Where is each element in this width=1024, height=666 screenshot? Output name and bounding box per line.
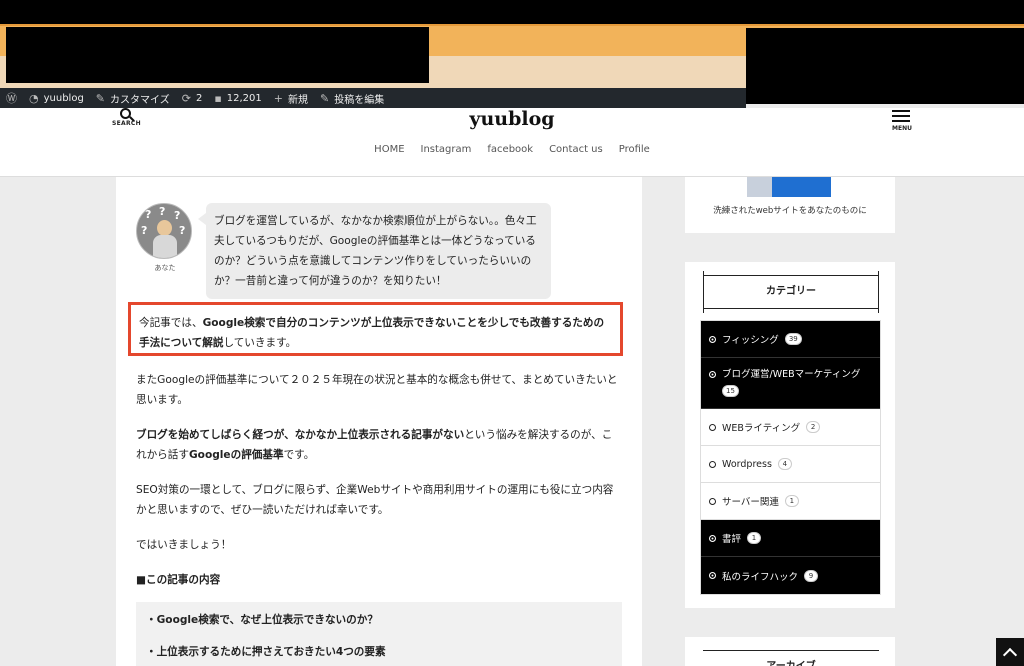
chevron-up-icon xyxy=(1002,647,1018,663)
updates-count: 2 xyxy=(195,92,203,104)
main-nav: HOME Instagram facebook Contact us Profi… xyxy=(0,144,1024,155)
category-item[interactable]: 書評 1 xyxy=(701,520,880,557)
category-list: フィッシング 39 ブログ運営/WEBマーケティング 15 WEBライティング 2 W… xyxy=(700,320,881,595)
avatar-name: あなた xyxy=(154,264,176,272)
comments-count: 12,201 xyxy=(226,92,262,104)
site-name-link[interactable]: ◔ yuublog xyxy=(29,92,84,105)
category-name: フィッシング xyxy=(722,335,779,346)
categories-widget: カテゴリー フィッシング 39 ブログ運営/WEBマーケティング 15 WEBライテ… xyxy=(685,262,895,608)
categories-title: カテゴリー xyxy=(703,271,879,313)
promo-widget: 洗練されたwebサイトをあなたのものに xyxy=(685,177,895,233)
p2-end: です。 xyxy=(283,449,315,461)
category-count: 9 xyxy=(804,569,819,582)
brush-icon: ✎ xyxy=(95,91,106,105)
nav-facebook[interactable]: facebook xyxy=(487,144,533,155)
category-name: WEBライティング xyxy=(722,423,801,434)
updates-link[interactable]: ⟳ 2 xyxy=(182,92,203,105)
question-mark-icon: ? xyxy=(145,208,152,221)
plus-icon: + xyxy=(273,91,283,105)
question-mark-icon: ? xyxy=(179,224,186,237)
category-count: 2 xyxy=(806,421,821,433)
edit-post-link[interactable]: ✎ 投稿を編集 xyxy=(320,91,384,106)
category-item[interactable]: フィッシング 39 xyxy=(701,321,880,358)
new-label: 新規 xyxy=(288,94,308,106)
question-mark-icon: ? xyxy=(174,209,181,222)
customize-label: カスタマイズ xyxy=(110,94,170,106)
site-name-label: yuublog xyxy=(43,92,84,104)
category-count: 15 xyxy=(722,385,739,397)
category-count: 39 xyxy=(784,333,802,345)
category-name-wrap: ブログ運営/WEBマーケティング 15 xyxy=(722,367,872,399)
toc-item[interactable]: ・上位表示するために押さえておきたい4つの要素 xyxy=(146,644,612,666)
category-name: 私のライフハック xyxy=(722,571,799,583)
toc-title: ■この記事の内容 xyxy=(136,574,221,586)
category-count: 4 xyxy=(777,458,792,470)
category-item[interactable]: WEBライティング 2 xyxy=(701,409,880,446)
pencil-icon: ✎ xyxy=(320,91,330,105)
speaker: ? ? ? ? ? あなた xyxy=(136,203,194,273)
toc-box: ・Google検索で、なぜ上位表示できないのか？ ・上位表示するために押さえてお… xyxy=(136,602,622,666)
site-header: SEARCH yuublog MENU HOME Instagram faceb… xyxy=(0,108,1024,177)
category-item[interactable]: サーバー関連 1 xyxy=(701,483,880,520)
paragraph-1: またGoogleの評価基準について２０２５年現在の状況と基本的な概念も併せて、ま… xyxy=(136,374,618,406)
highlight-text: 今記事では、 xyxy=(139,317,203,329)
promo-caption[interactable]: 洗練されたwebサイトをあなたのものに xyxy=(685,204,895,216)
customize-link[interactable]: ✎ カスタマイズ xyxy=(96,91,170,106)
speech-bubble: ブログを運営しているが、なかなか検索順位が上がらない。。色々工夫しているつもりだ… xyxy=(198,203,551,299)
p2-bold-2: Googleの評価基準 xyxy=(188,449,284,461)
category-item[interactable]: Wordpress 4 xyxy=(701,446,880,483)
nav-instagram[interactable]: Instagram xyxy=(421,144,472,155)
category-name: 書評 xyxy=(722,534,742,545)
nav-profile[interactable]: Profile xyxy=(619,144,650,155)
question-mark-icon: ? xyxy=(159,205,166,218)
back-to-top-button[interactable] xyxy=(996,638,1024,666)
highlight-box: 今記事では、Google検索で自分のコンテンツが上位表示できないことを少しでも改… xyxy=(128,302,623,356)
category-name: サーバー関連 xyxy=(722,497,779,508)
archive-widget: アーカイブ xyxy=(685,637,895,666)
category-name: Wordpress xyxy=(722,458,772,470)
p2-bold: ブログを始めてしばらく経つが、なかなか上位表示される記事がない xyxy=(136,429,465,441)
new-content-link[interactable]: + 新規 xyxy=(274,91,308,106)
category-count: 1 xyxy=(747,532,762,544)
highlight-text-end: していきます。 xyxy=(223,337,297,349)
menu-label: MENU xyxy=(892,125,912,132)
paragraph-4: ではいきましょう！ xyxy=(136,539,232,551)
hamburger-icon xyxy=(892,110,910,122)
archive-title: アーカイブ xyxy=(703,650,879,666)
toc-item[interactable]: ・Google検索で、なぜ上位表示できないのか？ xyxy=(146,612,612,644)
bullet-icon xyxy=(709,423,716,431)
question-mark-icon: ? xyxy=(141,224,148,237)
avatar: ? ? ? ? ? xyxy=(136,203,192,259)
article-body: ? ? ? ? ? あなた ブログを運営しているが、なかなか検索順位が上がらない… xyxy=(116,177,642,666)
redacted-block xyxy=(6,27,429,83)
bullet-icon xyxy=(709,460,716,468)
category-name: ブログ運営/WEBマーケティング xyxy=(722,369,861,380)
redacted-block xyxy=(746,28,1024,104)
wp-admin-bar: Ⓦ ◔ yuublog ✎ カスタマイズ ⟳ 2 ▪ 12,201 + 新規 ✎ 投稿を編集 xyxy=(0,88,746,108)
menu-button[interactable]: MENU xyxy=(892,110,912,132)
nav-home[interactable]: HOME xyxy=(374,144,404,155)
bullet-icon xyxy=(709,371,716,378)
edit-label: 投稿を編集 xyxy=(334,94,385,106)
updates-icon: ⟳ xyxy=(181,91,191,105)
paragraph-2: ブログを始めてしばらく経つが、なかなか上位表示される記事がないという悩みを解決す… xyxy=(136,425,621,465)
bullet-icon xyxy=(709,497,716,505)
paragraph-3: SEO対策の一環として、ブログに限らず、企業Webサイトや商用利用サイトの運用に… xyxy=(136,484,614,516)
promo-image[interactable] xyxy=(747,177,831,197)
nav-contact[interactable]: Contact us xyxy=(549,144,603,155)
site-title[interactable]: yuublog xyxy=(0,108,1024,130)
comments-link[interactable]: ▪ 12,201 xyxy=(214,92,261,105)
category-item[interactable]: ブログ運営/WEBマーケティング 15 xyxy=(701,358,880,409)
category-count: 1 xyxy=(784,495,799,507)
highlight-bold: Google検索で自分のコンテンツが上位表示できないことを少しでも改善するための… xyxy=(139,317,605,349)
bullet-icon xyxy=(709,335,716,343)
bullet-icon xyxy=(709,534,716,542)
wordpress-logo-button[interactable]: Ⓦ xyxy=(6,90,17,106)
dashboard-icon: ◔ xyxy=(29,91,39,105)
top-bar xyxy=(0,0,1024,24)
bullet-icon xyxy=(709,572,716,579)
category-item[interactable]: 私のライフハック 9 xyxy=(701,557,880,594)
comment-icon: ▪ xyxy=(214,91,222,105)
wordpress-icon: Ⓦ xyxy=(6,92,17,105)
